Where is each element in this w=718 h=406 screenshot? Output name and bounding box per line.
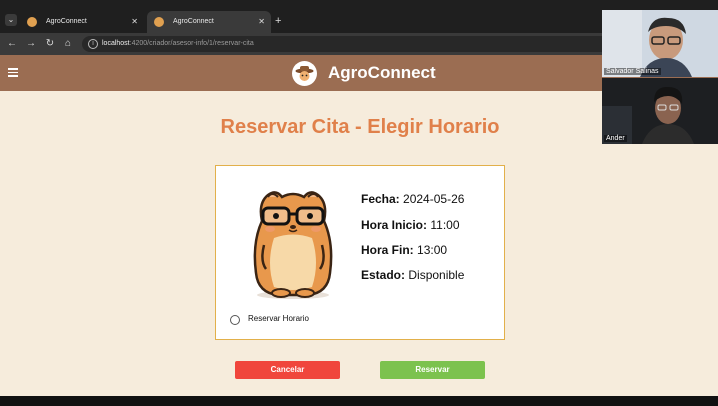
back-arrow-icon[interactable]: ←: [5, 37, 19, 51]
video-tile-participant-1: Salvador Salinas: [602, 10, 718, 77]
close-tab-icon[interactable]: ✕: [258, 11, 265, 33]
screen: ⌄ AgroConnect ✕ AgroConnect ✕ + ← → ↻ ⌂ …: [0, 0, 718, 406]
site-info-icon[interactable]: i: [88, 39, 98, 49]
hora-fin-value: 13:00: [417, 243, 448, 257]
hora-inicio-value: 11:00: [430, 218, 460, 232]
close-tab-icon[interactable]: ✕: [131, 11, 138, 33]
cowboy-logo-icon: [295, 66, 314, 81]
fecha-label: Fecha:: [361, 192, 400, 206]
new-tab-icon[interactable]: +: [275, 15, 281, 27]
agroconnect-favicon-icon: [27, 17, 37, 27]
app-logo: [292, 61, 317, 86]
hamster-mascot-illustration: [253, 191, 333, 299]
estado-label: Estado:: [361, 268, 406, 282]
browser-tab-title: AgroConnect: [46, 18, 87, 25]
participant-name: Ander: [604, 135, 627, 142]
hora-inicio-row: Hora Inicio: 11:00: [361, 218, 460, 232]
browser-tab-title: AgroConnect: [173, 18, 214, 25]
video-tile-participant-2: Ander: [602, 78, 718, 144]
reload-icon[interactable]: ↻: [43, 37, 57, 51]
tab-search-icon[interactable]: ⌄: [5, 14, 17, 26]
hora-fin-row: Hora Fin: 13:00: [361, 243, 447, 257]
hamburger-menu-icon[interactable]: [8, 68, 18, 77]
participant-avatar-icon: [602, 10, 718, 77]
hora-inicio-label: Hora Inicio:: [361, 218, 428, 232]
cancel-button[interactable]: Cancelar: [235, 361, 340, 379]
taskbar-strip: [0, 396, 718, 406]
address-bar[interactable]: i localhost:4200/criador/asesor-info/1/r…: [82, 36, 642, 52]
agroconnect-favicon-icon: [154, 17, 164, 27]
browser-tab-1[interactable]: AgroConnect ✕: [20, 11, 144, 33]
reserve-button[interactable]: Reservar: [380, 361, 485, 379]
page-title: Reservar Cita - Elegir Horario: [220, 116, 500, 138]
forward-arrow-icon[interactable]: →: [24, 37, 38, 51]
fecha-value: 2024-05-26: [403, 192, 465, 206]
participant-name: Salvador Salinas: [604, 68, 661, 75]
fecha-row: Fecha: 2024-05-26: [361, 192, 464, 206]
reservar-horario-radio[interactable]: [230, 315, 240, 325]
estado-value: Disponible: [408, 268, 465, 282]
hora-fin-label: Hora Fin:: [361, 243, 414, 257]
app-brand: AgroConnect: [328, 63, 436, 82]
reservar-horario-label[interactable]: Reservar Horario: [248, 314, 309, 323]
address-bar-url: localhost:4200/criador/asesor-info/1/res…: [102, 40, 254, 47]
browser-tab-2[interactable]: AgroConnect ✕: [147, 11, 271, 33]
home-icon[interactable]: ⌂: [61, 37, 75, 51]
estado-row: Estado: Disponible: [361, 268, 464, 282]
